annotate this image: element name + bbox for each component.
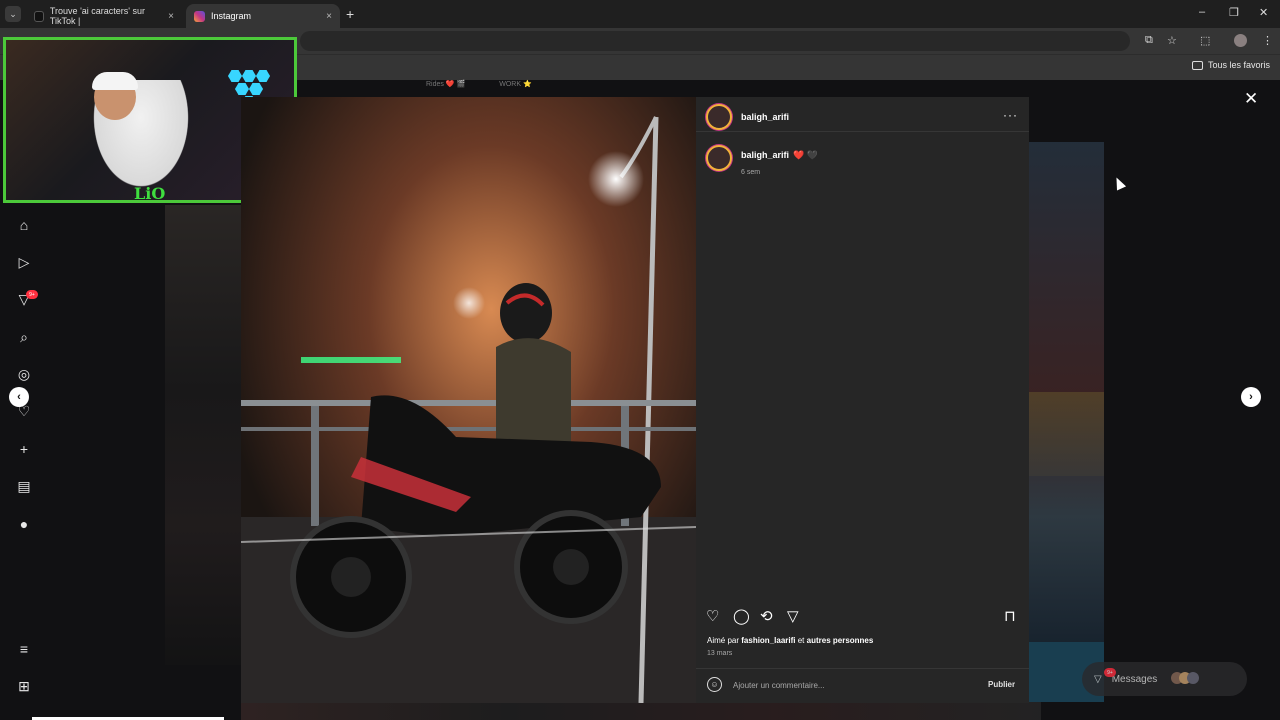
likes-prefix: Aimé par: [707, 636, 740, 645]
grid-thumbnail-right[interactable]: [1028, 392, 1104, 476]
tab-label: Trouve 'ai caracters' sur TikTok |: [49, 6, 146, 26]
address-bar[interactable]: [300, 31, 1130, 51]
instagram-icon: [194, 10, 205, 22]
messages-pill[interactable]: ▽ 9+ Messages: [1082, 662, 1247, 696]
save-icon[interactable]: ⊓: [1004, 607, 1016, 625]
liked-by-user[interactable]: fashion_laarifi: [741, 636, 795, 645]
install-app-icon[interactable]: ⧉: [1145, 34, 1153, 47]
all-bookmarks-folder[interactable]: Tous les favoris: [1191, 60, 1270, 70]
profile-icon[interactable]: ●: [16, 516, 32, 532]
post-image[interactable]: [241, 97, 696, 703]
post-header: baligh_arifi: [706, 104, 789, 130]
likes-summary: Aimé par fashion_laarifi et autres perso…: [707, 636, 873, 645]
menu-icon[interactable]: ≡: [16, 641, 32, 657]
author-username[interactable]: baligh_arifi: [741, 112, 789, 122]
highlight-work[interactable]: WORK ⭐: [499, 80, 531, 88]
more-icon[interactable]: ⊞: [16, 678, 32, 694]
tab-label: Instagram: [211, 11, 252, 21]
post-date[interactable]: 13 mars: [707, 650, 732, 657]
divider: [696, 668, 1029, 669]
close-modal-icon[interactable]: ✕: [1244, 89, 1258, 109]
messages-icon: ▽: [1094, 673, 1102, 685]
folder-icon: [1191, 60, 1203, 70]
caption-avatar[interactable]: [706, 145, 732, 171]
browser-menu-icon[interactable]: ⋮: [1262, 34, 1273, 47]
post-caption: baligh_arifi ❤️ 🖤 6 sem: [706, 145, 818, 176]
share-icon[interactable]: ▽: [787, 607, 799, 625]
profile-avatar[interactable]: [1234, 34, 1247, 47]
highlight-rides[interactable]: Rides ❤️ 🎬: [426, 80, 465, 88]
home-icon[interactable]: ⌂: [16, 217, 32, 233]
others-link[interactable]: autres personnes: [807, 636, 874, 645]
author-avatar[interactable]: [706, 104, 732, 130]
caption-username[interactable]: baligh_arifi: [741, 150, 789, 160]
tab-instagram[interactable]: Instagram ×: [186, 4, 340, 28]
publish-button[interactable]: Publier: [988, 680, 1015, 689]
bookmarks-folder-label: Tous les favoris: [1207, 60, 1270, 70]
repost-icon[interactable]: ⟲: [760, 607, 773, 625]
comment-input[interactable]: [733, 679, 973, 692]
grid-thumbnail-left[interactable]: [165, 205, 243, 665]
explore-icon[interactable]: ◎: [16, 366, 32, 382]
caption-text: ❤️ 🖤: [793, 150, 818, 160]
comment-icon[interactable]: ◯: [733, 607, 750, 625]
motorcycle-photo: [241, 97, 696, 703]
caption-timestamp[interactable]: 6 sem: [741, 169, 818, 176]
close-tab-icon[interactable]: ×: [168, 11, 174, 22]
restore-button[interactable]: ❐: [1229, 6, 1239, 19]
close-tab-icon[interactable]: ×: [326, 11, 332, 22]
next-post-button[interactable]: ›: [1241, 387, 1261, 407]
search-icon[interactable]: ⌕: [16, 329, 32, 345]
new-tab-button[interactable]: +: [346, 6, 354, 22]
dashboard-icon[interactable]: ▤: [16, 478, 32, 494]
emoji-icon[interactable]: ☺: [707, 677, 722, 692]
messages-badge: 9+: [1104, 668, 1116, 677]
recent-contacts: [1171, 671, 1200, 687]
profile-highlights: Rides ❤️ 🎬 WORK ⭐: [426, 80, 532, 88]
like-icon[interactable]: ♡: [706, 607, 719, 625]
extensions-icon[interactable]: ⬚: [1200, 34, 1210, 47]
notification-badge: 9+: [26, 290, 38, 299]
previous-post-button[interactable]: ‹: [9, 387, 29, 407]
tiktok-icon: [34, 10, 44, 22]
reels-icon[interactable]: ▷: [16, 254, 32, 270]
create-icon[interactable]: +: [16, 441, 32, 457]
more-options-button[interactable]: ···: [1003, 108, 1018, 122]
streamer-logo: LiO: [134, 184, 166, 203]
bookmark-star-icon[interactable]: ☆: [1167, 34, 1177, 47]
likes-mid: et: [797, 636, 805, 645]
tab-search-button[interactable]: ⌄: [5, 6, 21, 22]
divider: [696, 131, 1029, 132]
tab-tiktok[interactable]: Trouve 'ai caracters' sur TikTok | ×: [26, 4, 182, 28]
close-window-button[interactable]: ✕: [1259, 6, 1268, 19]
minimize-button[interactable]: –: [1199, 6, 1205, 18]
messages-label: Messages: [1111, 673, 1158, 685]
grid-thumbnails-bottom[interactable]: [241, 702, 1041, 720]
